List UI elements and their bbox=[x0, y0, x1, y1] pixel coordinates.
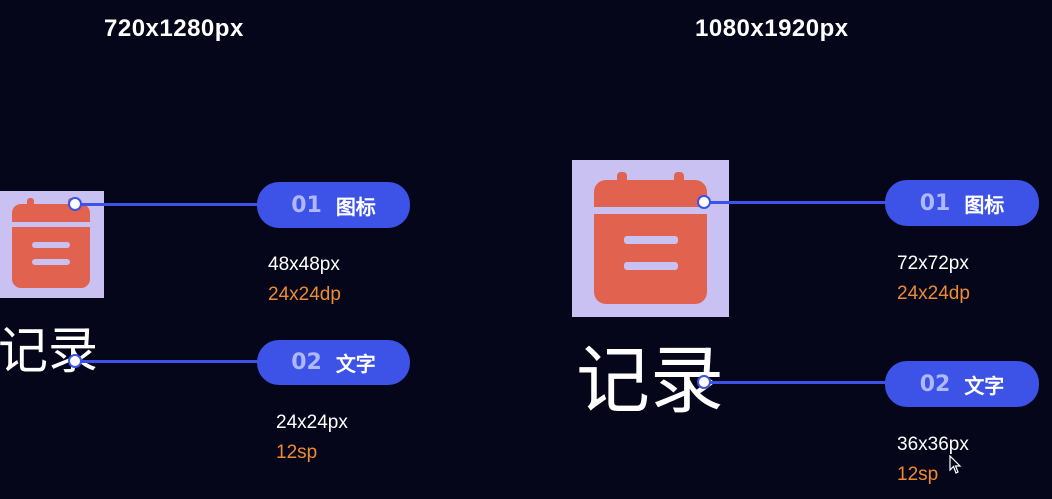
left-text-anchor-dot bbox=[68, 354, 82, 368]
left-icon-box bbox=[0, 191, 104, 298]
left-sample-word: 记录 bbox=[0, 322, 98, 380]
callout-number: 01 bbox=[291, 192, 322, 218]
left-icon-spec: 48x48px 24x24dp bbox=[268, 250, 341, 310]
left-text-spec: 24x24px 12sp bbox=[276, 408, 348, 468]
text-size-px: 24x24px bbox=[276, 412, 348, 433]
left-icon-anchor-dot bbox=[68, 197, 82, 211]
callout-label: 图标 bbox=[335, 194, 376, 219]
right-text-anchor-dot bbox=[697, 375, 711, 389]
slide: 720x1280px 记录 01 图标 02 文字 48x48px 24x24d… bbox=[0, 0, 1052, 499]
icon-size-px: 48x48px bbox=[268, 254, 340, 275]
icon-size-dp: 24x24dp bbox=[268, 284, 341, 305]
right-icon-box bbox=[572, 160, 729, 317]
left-text-leader bbox=[76, 360, 264, 363]
callout-number: 02 bbox=[919, 371, 951, 397]
left-panel-title: 720x1280px bbox=[104, 15, 244, 42]
right-icon-leader bbox=[705, 201, 893, 204]
right-text-leader bbox=[705, 381, 893, 384]
right-icon-anchor-dot bbox=[697, 195, 711, 209]
right-callout-text-pill: 02 文字 bbox=[885, 361, 1039, 407]
left-callout-icon-pill: 01 图标 bbox=[257, 182, 410, 228]
callout-number: 01 bbox=[919, 190, 951, 216]
right-panel-title: 1080x1920px bbox=[695, 15, 849, 42]
icon-size-dp: 24x24dp bbox=[897, 283, 970, 304]
calendar-icon bbox=[12, 198, 90, 288]
text-size-sp: 12sp bbox=[276, 442, 318, 463]
callout-number: 02 bbox=[291, 350, 322, 375]
left-icon-leader bbox=[76, 203, 264, 206]
right-callout-icon-pill: 01 图标 bbox=[885, 180, 1039, 226]
callout-label: 图标 bbox=[964, 192, 1005, 217]
icon-size-px: 72x72px bbox=[897, 253, 969, 274]
calendar-icon bbox=[594, 172, 707, 304]
callout-label: 文字 bbox=[964, 373, 1005, 398]
left-callout-text-pill: 02 文字 bbox=[257, 340, 410, 385]
callout-label: 文字 bbox=[335, 352, 376, 376]
right-icon-spec: 72x72px 24x24dp bbox=[897, 249, 970, 309]
mouse-cursor-icon bbox=[949, 455, 962, 474]
